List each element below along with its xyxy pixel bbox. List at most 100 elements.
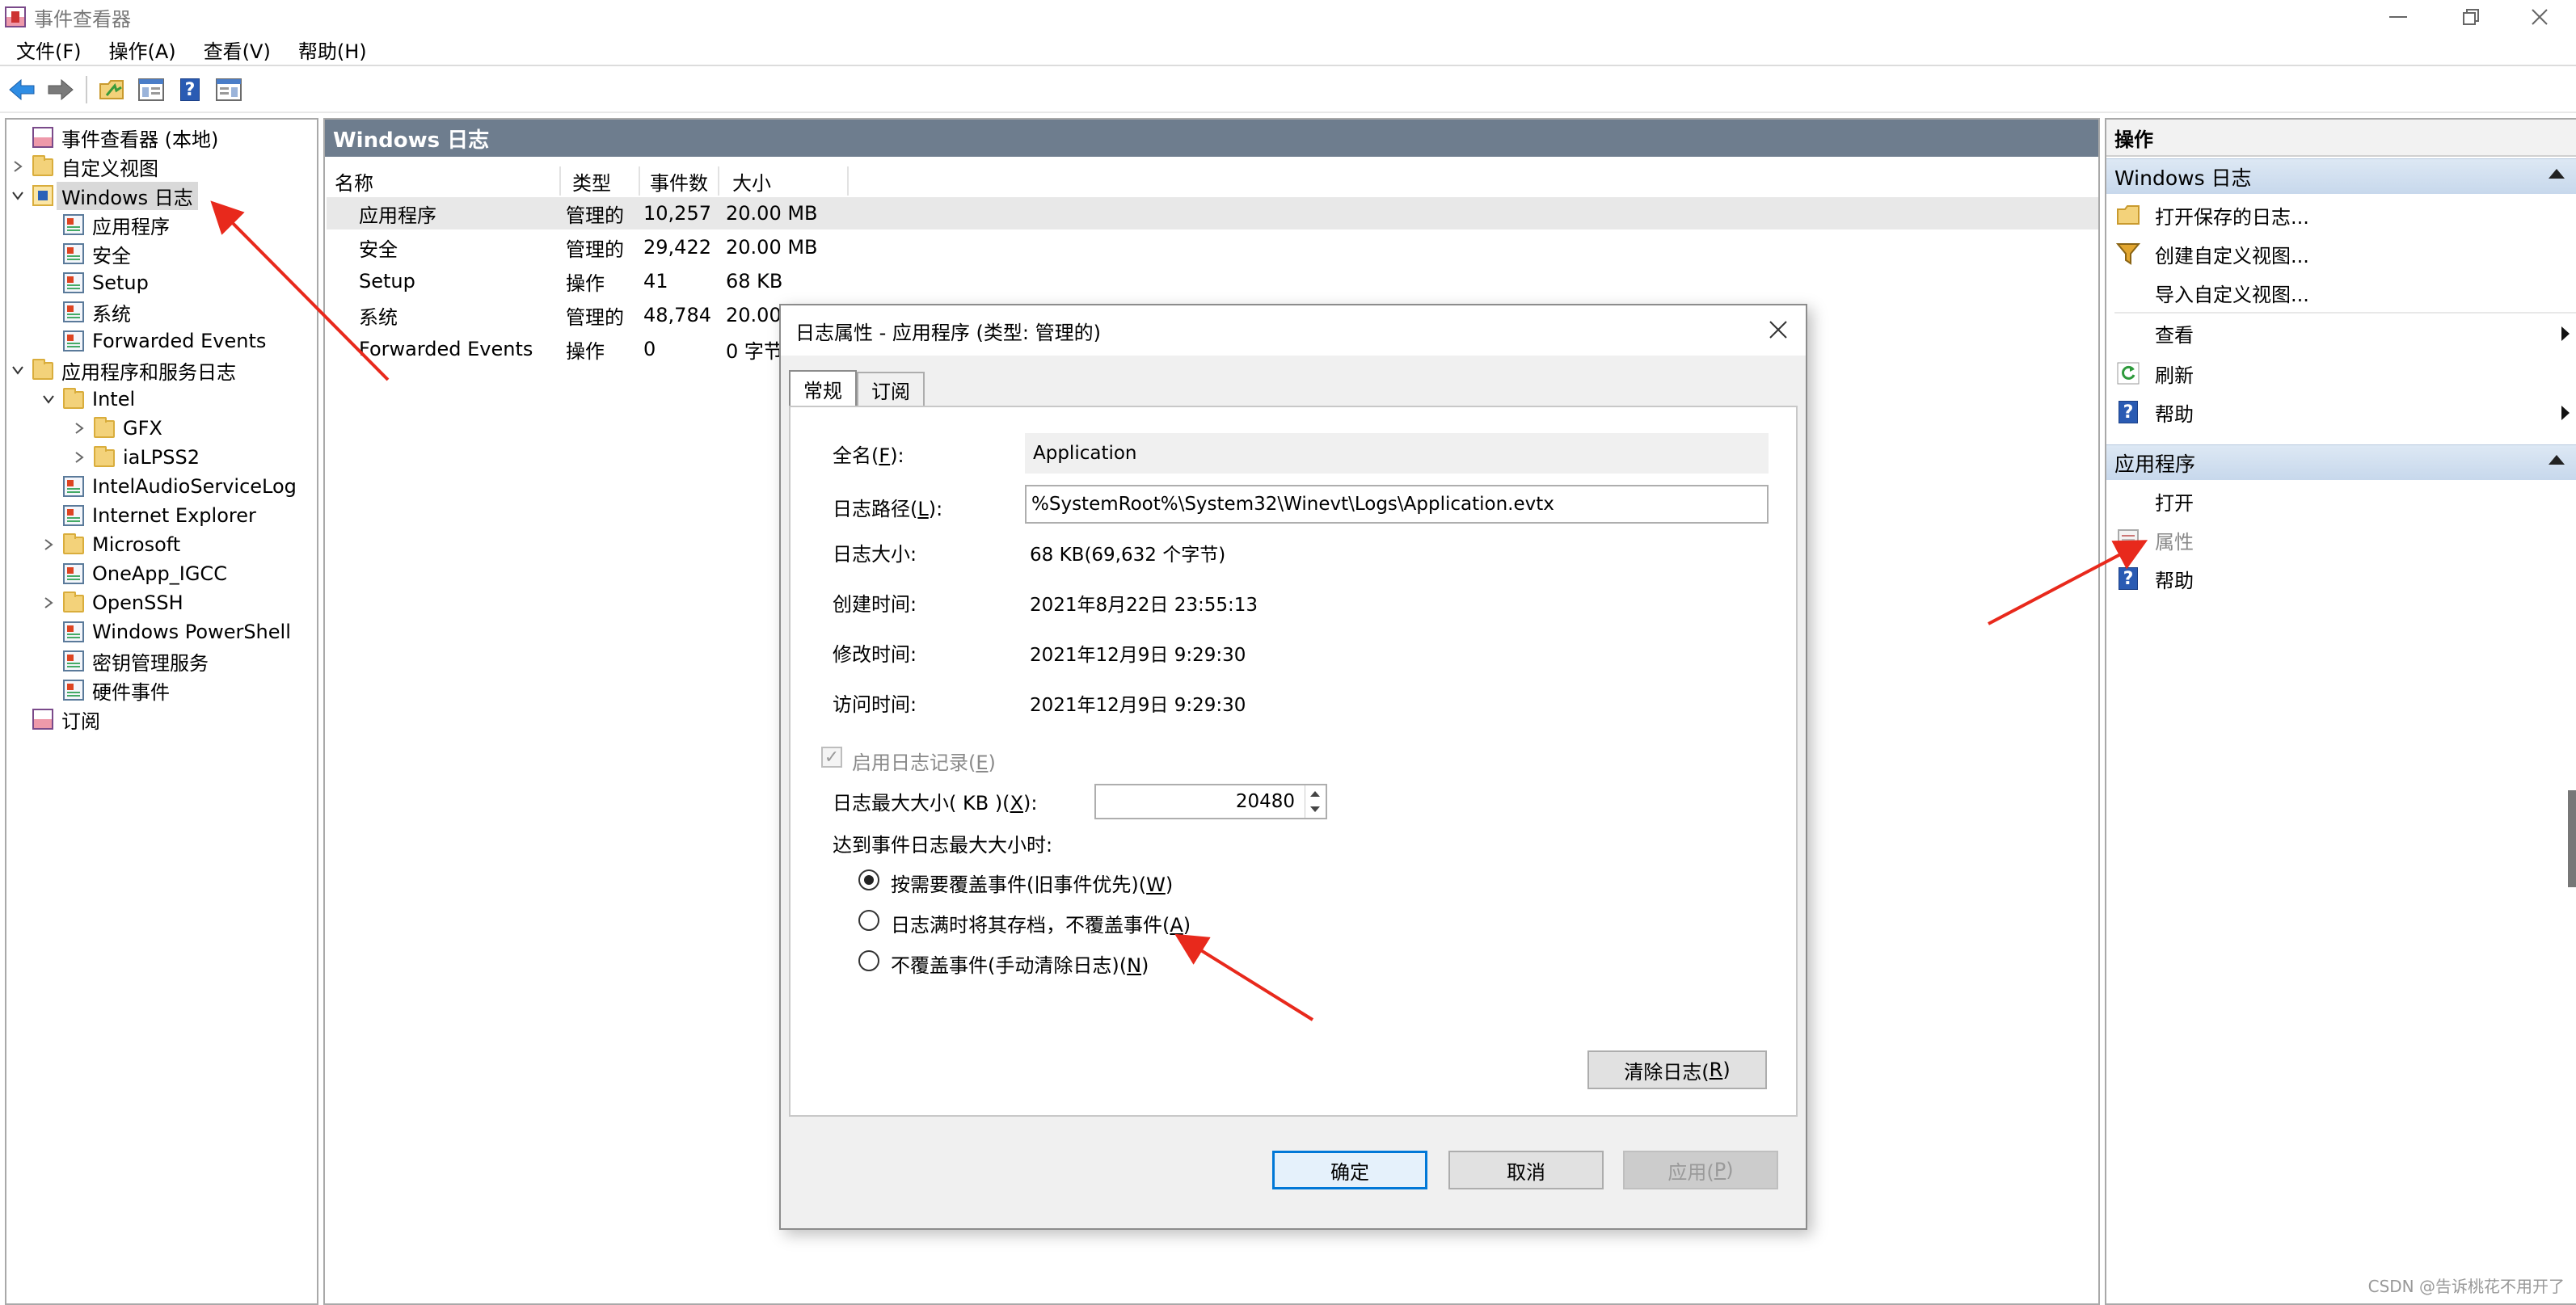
action-label: 刷新 bbox=[2155, 364, 2194, 387]
close-window-button[interactable] bbox=[2503, 0, 2576, 34]
tree-item[interactable]: 自定义视图 bbox=[10, 152, 158, 181]
tree-item[interactable]: iaLPSS2 bbox=[71, 443, 200, 472]
stepper-up-icon[interactable] bbox=[1310, 791, 1320, 797]
tree-item[interactable]: Setup bbox=[40, 268, 149, 297]
tree-item[interactable]: Windows 日志 bbox=[10, 181, 198, 210]
clear-log-button[interactable]: 清除日志(R) bbox=[1587, 1050, 1767, 1089]
show-hide-action-pane-button[interactable] bbox=[213, 74, 244, 105]
action-open-saved-log[interactable]: 打开保存的日志... bbox=[2106, 196, 2576, 234]
stepper-down-icon[interactable] bbox=[1310, 806, 1320, 812]
action-import-custom-view[interactable]: 导入自定义视图... bbox=[2106, 273, 2576, 312]
radio-do-not-overwrite[interactable] bbox=[858, 950, 879, 971]
chevron-right-icon[interactable] bbox=[40, 595, 57, 611]
radio-archive-when-full-label[interactable]: 日志满时将其存档，不覆盖事件(A) bbox=[891, 909, 1191, 937]
back-button[interactable] bbox=[6, 74, 37, 105]
tree-item[interactable]: 应用程序 bbox=[40, 210, 170, 239]
action-refresh[interactable]: 刷新 bbox=[2106, 354, 2576, 393]
action-help-application[interactable]: ? 帮助 bbox=[2106, 559, 2576, 598]
tree-item[interactable]: Forwarded Events bbox=[40, 326, 266, 356]
restore-button[interactable] bbox=[2435, 0, 2507, 34]
ok-button[interactable]: 确定 bbox=[1272, 1151, 1427, 1189]
event-log-icon bbox=[63, 680, 84, 701]
tree-item[interactable]: Intel bbox=[40, 385, 135, 414]
column-divider[interactable] bbox=[559, 166, 561, 196]
help-icon: ? bbox=[180, 78, 200, 101]
menu-help[interactable]: 帮助(H) bbox=[282, 36, 378, 64]
max-size-value: 20480 bbox=[1235, 791, 1295, 812]
column-header-name[interactable]: 名称 bbox=[335, 166, 373, 196]
scrollbar-thumb[interactable] bbox=[2568, 790, 2576, 887]
minimize-button[interactable] bbox=[2362, 0, 2435, 34]
forward-button[interactable] bbox=[45, 74, 76, 105]
action-view[interactable]: 查看 bbox=[2106, 314, 2576, 352]
table-row[interactable]: 安全 管理的 29,422 20.00 MB bbox=[327, 231, 2098, 263]
tree-item[interactable]: Internet Explorer bbox=[40, 501, 256, 530]
help-button[interactable]: ? bbox=[175, 74, 205, 105]
column-divider[interactable] bbox=[718, 166, 719, 196]
dialog-close-button[interactable] bbox=[1762, 314, 1794, 346]
radio-overwrite-as-needed[interactable] bbox=[858, 869, 879, 890]
chevron-right-icon[interactable] bbox=[10, 158, 26, 175]
max-size-stepper[interactable]: 20480 bbox=[1094, 784, 1327, 819]
chevron-down-icon[interactable] bbox=[40, 391, 57, 407]
chevron-right-icon[interactable] bbox=[71, 420, 87, 436]
minimize-icon bbox=[2389, 16, 2407, 18]
chevron-down-icon[interactable] bbox=[10, 362, 26, 378]
tree-item[interactable]: OneApp_IGCC bbox=[40, 559, 227, 588]
tree-item[interactable]: 系统 bbox=[40, 297, 131, 326]
column-header-type[interactable]: 类型 bbox=[572, 166, 611, 196]
tree-item-label: OneApp_IGCC bbox=[92, 562, 227, 585]
action-open[interactable]: 打开 bbox=[2106, 482, 2576, 520]
action-create-custom-view[interactable]: 创建自定义视图... bbox=[2106, 234, 2576, 273]
accessed-value: 2021年12月9日 9:29:30 bbox=[1030, 695, 1246, 716]
chevron-right-icon[interactable] bbox=[71, 449, 87, 465]
event-log-icon bbox=[63, 650, 84, 671]
actions-group-windows-logs[interactable]: Windows 日志 bbox=[2106, 158, 2576, 194]
column-divider[interactable] bbox=[847, 166, 849, 196]
radio-archive-when-full[interactable] bbox=[858, 910, 879, 931]
tab-subscriptions[interactable]: 订阅 bbox=[857, 372, 925, 406]
column-header-size[interactable]: 大小 bbox=[732, 166, 771, 196]
cell-name: Setup bbox=[359, 270, 415, 293]
collapse-up-icon[interactable] bbox=[2549, 169, 2565, 179]
cancel-button[interactable]: 取消 bbox=[1448, 1151, 1604, 1189]
tree-item[interactable]: Windows PowerShell bbox=[40, 617, 291, 646]
table-row[interactable]: Setup 操作 41 68 KB bbox=[327, 265, 2098, 297]
tree-item[interactable]: 密钥管理服务 bbox=[40, 646, 209, 676]
column-divider[interactable] bbox=[639, 166, 640, 196]
tree-item[interactable]: Microsoft bbox=[40, 530, 180, 559]
properties-icon bbox=[2116, 528, 2140, 552]
table-row[interactable]: 应用程序 管理的 10,257 20.00 MB bbox=[327, 197, 2098, 229]
tree-item[interactable]: IntelAudioServiceLog bbox=[40, 472, 297, 501]
action-properties[interactable]: 属性 bbox=[2106, 520, 2576, 559]
radio-do-not-overwrite-label[interactable]: 不覆盖事件(手动清除日志)(N) bbox=[891, 949, 1149, 978]
open-button[interactable] bbox=[97, 74, 128, 105]
tree-item-label: Windows 日志 bbox=[57, 181, 198, 210]
tree-item[interactable]: 订阅 bbox=[10, 705, 100, 734]
cell-event-count: 48,784 bbox=[643, 304, 711, 326]
radio-overwrite-as-needed-label[interactable]: 按需要覆盖事件(旧事件优先)(W) bbox=[891, 869, 1173, 897]
chevron-right-icon[interactable] bbox=[40, 537, 57, 553]
apply-button[interactable]: 应用(P) bbox=[1623, 1151, 1778, 1189]
tree-item[interactable]: 应用程序和服务日志 bbox=[10, 356, 236, 385]
actions-group-application[interactable]: 应用程序 bbox=[2106, 444, 2576, 480]
action-help[interactable]: ? 帮助 bbox=[2106, 393, 2576, 431]
tree-item[interactable]: 事件查看器 (本地) bbox=[10, 123, 218, 152]
chevron-down-icon[interactable] bbox=[10, 187, 26, 204]
enable-logging-checkbox[interactable]: ✓ bbox=[821, 747, 842, 768]
menu-file[interactable]: 文件(F) bbox=[0, 36, 93, 64]
log-path-field[interactable]: %SystemRoot%\System32\Winevt\Logs\Applic… bbox=[1025, 485, 1769, 524]
menu-action[interactable]: 操作(A) bbox=[93, 36, 188, 64]
tree-item[interactable]: GFX bbox=[71, 414, 162, 443]
tree-item[interactable]: OpenSSH bbox=[40, 588, 183, 617]
tree-item[interactable]: 安全 bbox=[40, 239, 131, 268]
tree-item[interactable]: 硬件事件 bbox=[40, 676, 170, 705]
collapse-up-icon[interactable] bbox=[2549, 455, 2565, 465]
tab-general[interactable]: 常规 bbox=[789, 370, 857, 406]
column-header-event-count[interactable]: 事件数 bbox=[650, 166, 708, 196]
show-hide-tree-button[interactable] bbox=[136, 74, 167, 105]
menu-view[interactable]: 查看(V) bbox=[188, 36, 282, 64]
